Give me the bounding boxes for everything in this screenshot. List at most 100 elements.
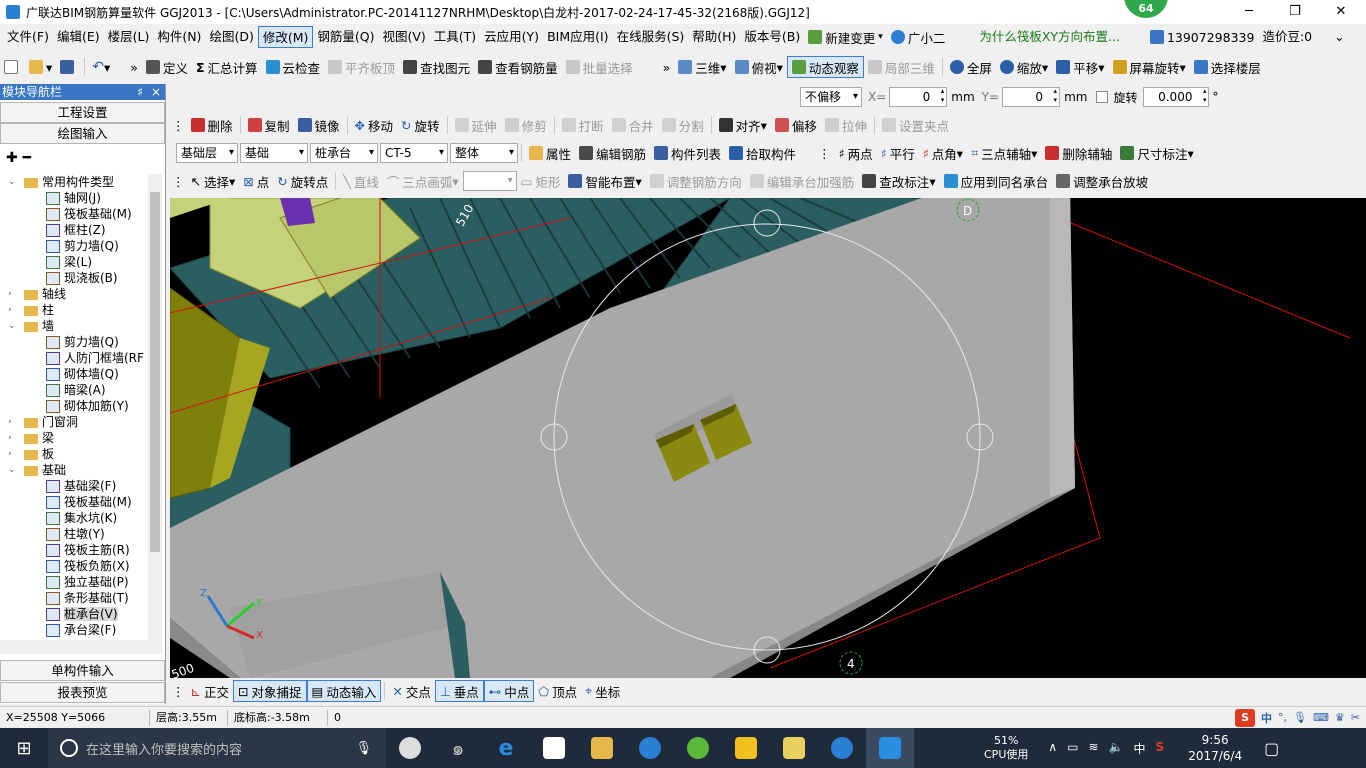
zoom-button[interactable]: 缩放 ▾ [996,56,1052,78]
menu-floor[interactable]: 楼层(L) [104,26,154,48]
pin-icon[interactable]: ♯ [137,84,143,100]
arc-button[interactable]: ⌒ 三点画弧 ▾ [383,170,463,192]
tree-node[interactable]: ⌄ 基础 [0,462,148,478]
taskbar-app-2[interactable]: ๑ [434,728,482,768]
select-floor-button[interactable]: 选择楼层 [1190,56,1265,78]
align-button[interactable]: 对齐 ▾ [715,114,771,136]
volume-icon[interactable]: 🔈 [1109,740,1124,757]
toolbar-overflow-icon[interactable]: » [126,56,142,78]
line-button[interactable]: ╲ 直线 [339,170,383,192]
tree-node[interactable]: 现浇板(B) [0,270,148,286]
tree-node[interactable]: ⌄ 常用构件类型 [0,174,148,190]
taskbar-glodon-1[interactable] [626,728,674,768]
close-button[interactable]: ✕ [1318,0,1364,24]
skin-icon[interactable]: ♛ [1335,711,1345,724]
point-button[interactable]: ⊠ 点 [239,170,273,192]
view-rebar-button[interactable]: 查看钢筋量 [474,56,562,78]
tree-node[interactable]: 集水坑(K) [0,510,148,526]
tree-node[interactable]: 剪力墙(Q) [0,334,148,350]
taskbar-store[interactable] [530,728,578,768]
menu-cloud[interactable]: 云应用(Y) [480,26,543,48]
project-settings-button[interactable]: 工程设置 [0,102,165,123]
drawing-canvas[interactable]: D 4 500 510 Y X Z [170,198,1366,678]
faq-link[interactable]: 为什么筏板XY方向布置... [975,26,1124,48]
tree-node[interactable]: 承台梁(F) [0,622,148,638]
dynamic-input-button[interactable]: ▤ 动态输入 [306,680,382,702]
adjust-rebar-direction-button[interactable]: 调整钢筋方向 [646,170,746,192]
rotate-checkbox[interactable] [1096,91,1109,103]
tree-node[interactable]: ⌄ 墙 [0,318,148,334]
tree-node[interactable]: 筏板基础(M) [0,494,148,510]
minimize-button[interactable]: ─ [1226,0,1272,24]
save-button[interactable] [56,56,81,78]
type-select[interactable]: 桩承台 [310,143,378,163]
single-component-input-button[interactable]: 单构件输入 [0,660,165,681]
perpendicular-button[interactable]: ⊥ 垂点 [434,680,484,702]
tree-node[interactable]: › 门窗洞 [0,414,148,430]
tree-node[interactable]: 轴网(J) [0,190,148,206]
taskbar-edge[interactable]: e [482,728,530,768]
menu-modify[interactable]: 修改(M) [257,26,314,48]
start-button[interactable]: ⊞ [0,728,48,768]
x-offset-input[interactable]: 0 [889,87,948,107]
cpu-monitor[interactable]: 51% CPU使用 [984,734,1028,762]
dynamic-orbit-button[interactable]: 动态观察 [786,56,864,78]
arc-mode-select[interactable] [462,171,517,191]
floor-select[interactable]: 基础层 [176,143,238,163]
clock[interactable]: 9:56 2017/6/4 [1188,732,1242,764]
mirror-button[interactable]: 镜像 [294,114,344,136]
copy-button[interactable]: 复制 [244,114,294,136]
undo-button[interactable]: ↶ ▾ [88,56,114,78]
tree-node[interactable]: 筏板主筋(R) [0,542,148,558]
taskbar-app-1[interactable] [386,728,434,768]
coordinate-button[interactable]: ⌖ 坐标 [581,680,624,702]
component-list-button[interactable]: 构件列表 [650,142,725,164]
midpoint-button[interactable]: ⊷ 中点 [483,680,535,702]
check-annotation-button[interactable]: 查改标注 ▾ [858,170,939,192]
rectangle-button[interactable]: ▭ 矩形 [517,170,565,192]
expand-icon[interactable]: › [8,414,18,430]
component-name-select[interactable]: CT-5 [380,143,448,163]
tree-node[interactable]: 柱墩(Y) [0,526,148,542]
dropdown-caret-icon[interactable]: ⌄ [1330,26,1348,48]
delete-button[interactable]: 删除 [187,114,237,136]
summary-calc-button[interactable]: Σ 汇总计算 [192,56,262,78]
menu-draw[interactable]: 绘图(D) [205,26,257,48]
two-point-axis-button[interactable]: ♯ 两点 [835,142,877,164]
tree-node[interactable]: 框柱(Z) [0,222,148,238]
taskbar-search[interactable]: 在这里输入你要搜索的内容 🎙 [48,728,386,768]
top-view-button[interactable]: 俯视 ▾ [731,56,787,78]
dimension-button[interactable]: 尺寸标注 ▾ [1116,142,1197,164]
tree-node[interactable]: › 板 [0,446,148,462]
microphone-icon[interactable]: 🎙 [1293,711,1307,724]
menu-edit[interactable]: 编辑(E) [53,26,104,48]
tree-node[interactable]: 基础梁(F) [0,478,148,494]
tree-vertical-scrollbar[interactable] [148,174,162,640]
tree-node[interactable]: 独立基础(P) [0,574,148,590]
open-file-button[interactable]: ▾ [25,56,56,78]
batch-select-button[interactable]: 批量选择 [562,56,637,78]
3d-view-button[interactable]: 三维 ▾ [674,56,730,78]
tree-node[interactable]: 剪力墙(Q) [0,238,148,254]
menu-online[interactable]: 在线服务(S) [613,26,689,48]
adjust-cap-slope-button[interactable]: 调整承台放坡 [1052,170,1152,192]
ortho-button[interactable]: ⊾ 正交 [187,680,234,702]
three-point-axis-button[interactable]: ⌗ 三点辅轴 ▾ [967,142,1041,164]
menu-file[interactable]: 文件(F) [3,26,53,48]
screen-rotate-button[interactable]: 屏幕旋转 ▾ [1109,56,1190,78]
edit-cap-reinforcement-button[interactable]: 编辑承台加强筋 [746,170,859,192]
restore-button[interactable]: ❐ [1272,0,1318,24]
tree-node[interactable]: 砌体墙(Q) [0,366,148,382]
pick-component-button[interactable]: 拾取构件 [725,142,800,164]
move-button[interactable]: ✥ 移动 [351,114,398,136]
battery-icon[interactable]: ▭ [1067,740,1078,757]
menu-version[interactable]: 版本号(B) [740,26,804,48]
assistant-button[interactable]: 广小二 [887,26,950,48]
offset-button[interactable]: 偏移 [771,114,821,136]
tree-node[interactable]: 筏板负筋(X) [0,558,148,574]
y-offset-input[interactable]: 0 [1002,87,1061,107]
trim-button[interactable]: 修剪 [501,114,551,136]
keyboard-icon[interactable]: ⌨ [1313,711,1329,724]
tree-node[interactable]: 人防门框墙(RF [0,350,148,366]
3d-view[interactable]: D 4 500 510 Y X Z [170,198,1366,678]
